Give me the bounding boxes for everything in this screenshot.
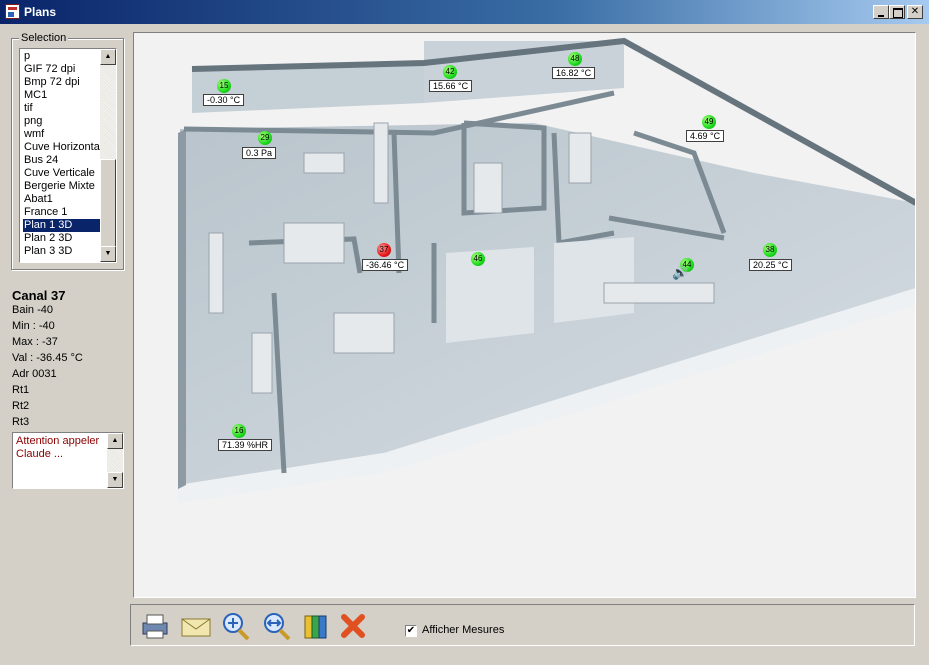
memo-scroll-up-button[interactable]: ▲ [107, 433, 123, 449]
channel-info-line: Bain -40 [12, 304, 53, 316]
selection-legend: Selection [19, 32, 69, 44]
channel-info-line: Rt3 [12, 416, 30, 428]
sensor-value-label: 0.3 Pa [242, 147, 277, 159]
memo-scroll-down-button[interactable]: ▼ [107, 472, 123, 488]
channel-info-line: Val : -36.45 °C [12, 352, 83, 364]
list-item[interactable]: France 1 [23, 206, 101, 219]
show-measures-label[interactable]: Afficher Mesures [422, 624, 504, 636]
mail-icon[interactable] [178, 611, 212, 641]
bottom-toolbar: ✔ Afficher Mesures [130, 604, 915, 646]
memo-line: Attention appeler [16, 435, 100, 447]
list-item[interactable]: Plan 1 3D [23, 219, 101, 232]
list-item[interactable]: tif [23, 102, 101, 115]
sensor-marker[interactable]: 42 [443, 65, 457, 79]
scroll-down-button[interactable]: ▼ [100, 246, 116, 262]
sensor-value-label: 4.69 °C [686, 130, 725, 142]
speaker-icon: 🔊 [672, 265, 689, 280]
sensor-marker-alarm[interactable]: 37 [377, 243, 391, 257]
sensor-marker[interactable]: 49 [702, 115, 716, 129]
printer-icon[interactable] [137, 611, 171, 641]
sensor-value-label: 71.39 %HR [218, 439, 273, 451]
sensor-marker[interactable]: 16 [232, 424, 246, 438]
list-item[interactable]: Bergerie Mixte [23, 180, 101, 193]
scroll-thumb[interactable] [100, 159, 116, 247]
sensor-value-label: -36.46 °C [362, 259, 409, 271]
sensor-marker[interactable]: 15 [217, 79, 231, 93]
list-item[interactable]: Bmp 72 dpi [23, 76, 101, 89]
floor-plan-render [178, 37, 915, 503]
channel-title: Canal 37 [12, 288, 66, 303]
sensor-value-label: 15.66 °C [429, 80, 473, 92]
channel-info-line: Rt1 [12, 384, 30, 396]
sensor-marker[interactable]: 48 [568, 52, 582, 66]
list-item[interactable]: Plan 2 3D [23, 232, 101, 245]
app-icon [5, 4, 20, 19]
scroll-up-button[interactable]: ▲ [100, 49, 116, 65]
alert-memo[interactable]: Attention appeler Claude ... ▲ ▼ [12, 432, 124, 489]
memo-scrollbar[interactable]: ▲ ▼ [107, 433, 123, 488]
list-scrollbar[interactable]: ▲ ▼ [100, 49, 116, 262]
list-item[interactable]: GIF 72 dpi [23, 63, 101, 76]
list-item[interactable]: Plan 3 3D [23, 245, 101, 258]
memo-line: Claude ... [16, 448, 64, 460]
sensor-marker[interactable]: 38 [763, 243, 777, 257]
minimize-button[interactable] [873, 5, 889, 19]
sensor-marker[interactable]: 46 [471, 252, 485, 266]
channel-info-line: Max : -37 [12, 336, 58, 348]
channel-info-line: Min : -40 [12, 320, 55, 332]
sensor-value-label: 20.25 °C [749, 259, 793, 271]
list-item[interactable]: p [23, 50, 101, 63]
sensor-value-label: 16.82 °C [552, 67, 596, 79]
plan-listbox[interactable]: p GIF 72 dpi Bmp 72 dpi MC1 tif png wmf Cuve Ho… [19, 48, 117, 263]
title-bar: Plans ✕ [0, 0, 929, 24]
close-plan-icon[interactable] [336, 611, 370, 641]
channel-info-line: Rt2 [12, 400, 30, 412]
show-measures-checkbox[interactable]: ✔ [405, 625, 417, 637]
list-item[interactable]: Bus 24 [23, 154, 101, 167]
zoom-in-icon[interactable] [219, 611, 253, 641]
plan-3d-view[interactable]: 15 -0.30 °C 42 15.66 °C 48 16.82 °C 29 0… [133, 32, 916, 598]
list-item[interactable]: wmf [23, 128, 101, 141]
window-title: Plans [24, 5, 57, 19]
list-item[interactable]: MC1 [23, 89, 101, 102]
zoom-fit-icon[interactable] [260, 611, 294, 641]
selection-group: Selection p GIF 72 dpi Bmp 72 dpi MC1 tif png… [11, 32, 124, 270]
list-item[interactable]: png [23, 115, 101, 128]
list-item[interactable]: Abat1 [23, 193, 101, 206]
close-button[interactable]: ✕ [907, 5, 923, 19]
list-item[interactable]: Cuve Horizontal [23, 141, 102, 154]
sensor-value-label: -0.30 °C [203, 94, 245, 106]
maximize-button[interactable] [889, 5, 905, 19]
channel-info-line: Adr 0031 [12, 368, 57, 380]
sensor-marker[interactable]: 29 [258, 131, 272, 145]
columns-icon[interactable] [299, 611, 333, 641]
list-item[interactable]: Cuve Verticale [23, 167, 101, 180]
